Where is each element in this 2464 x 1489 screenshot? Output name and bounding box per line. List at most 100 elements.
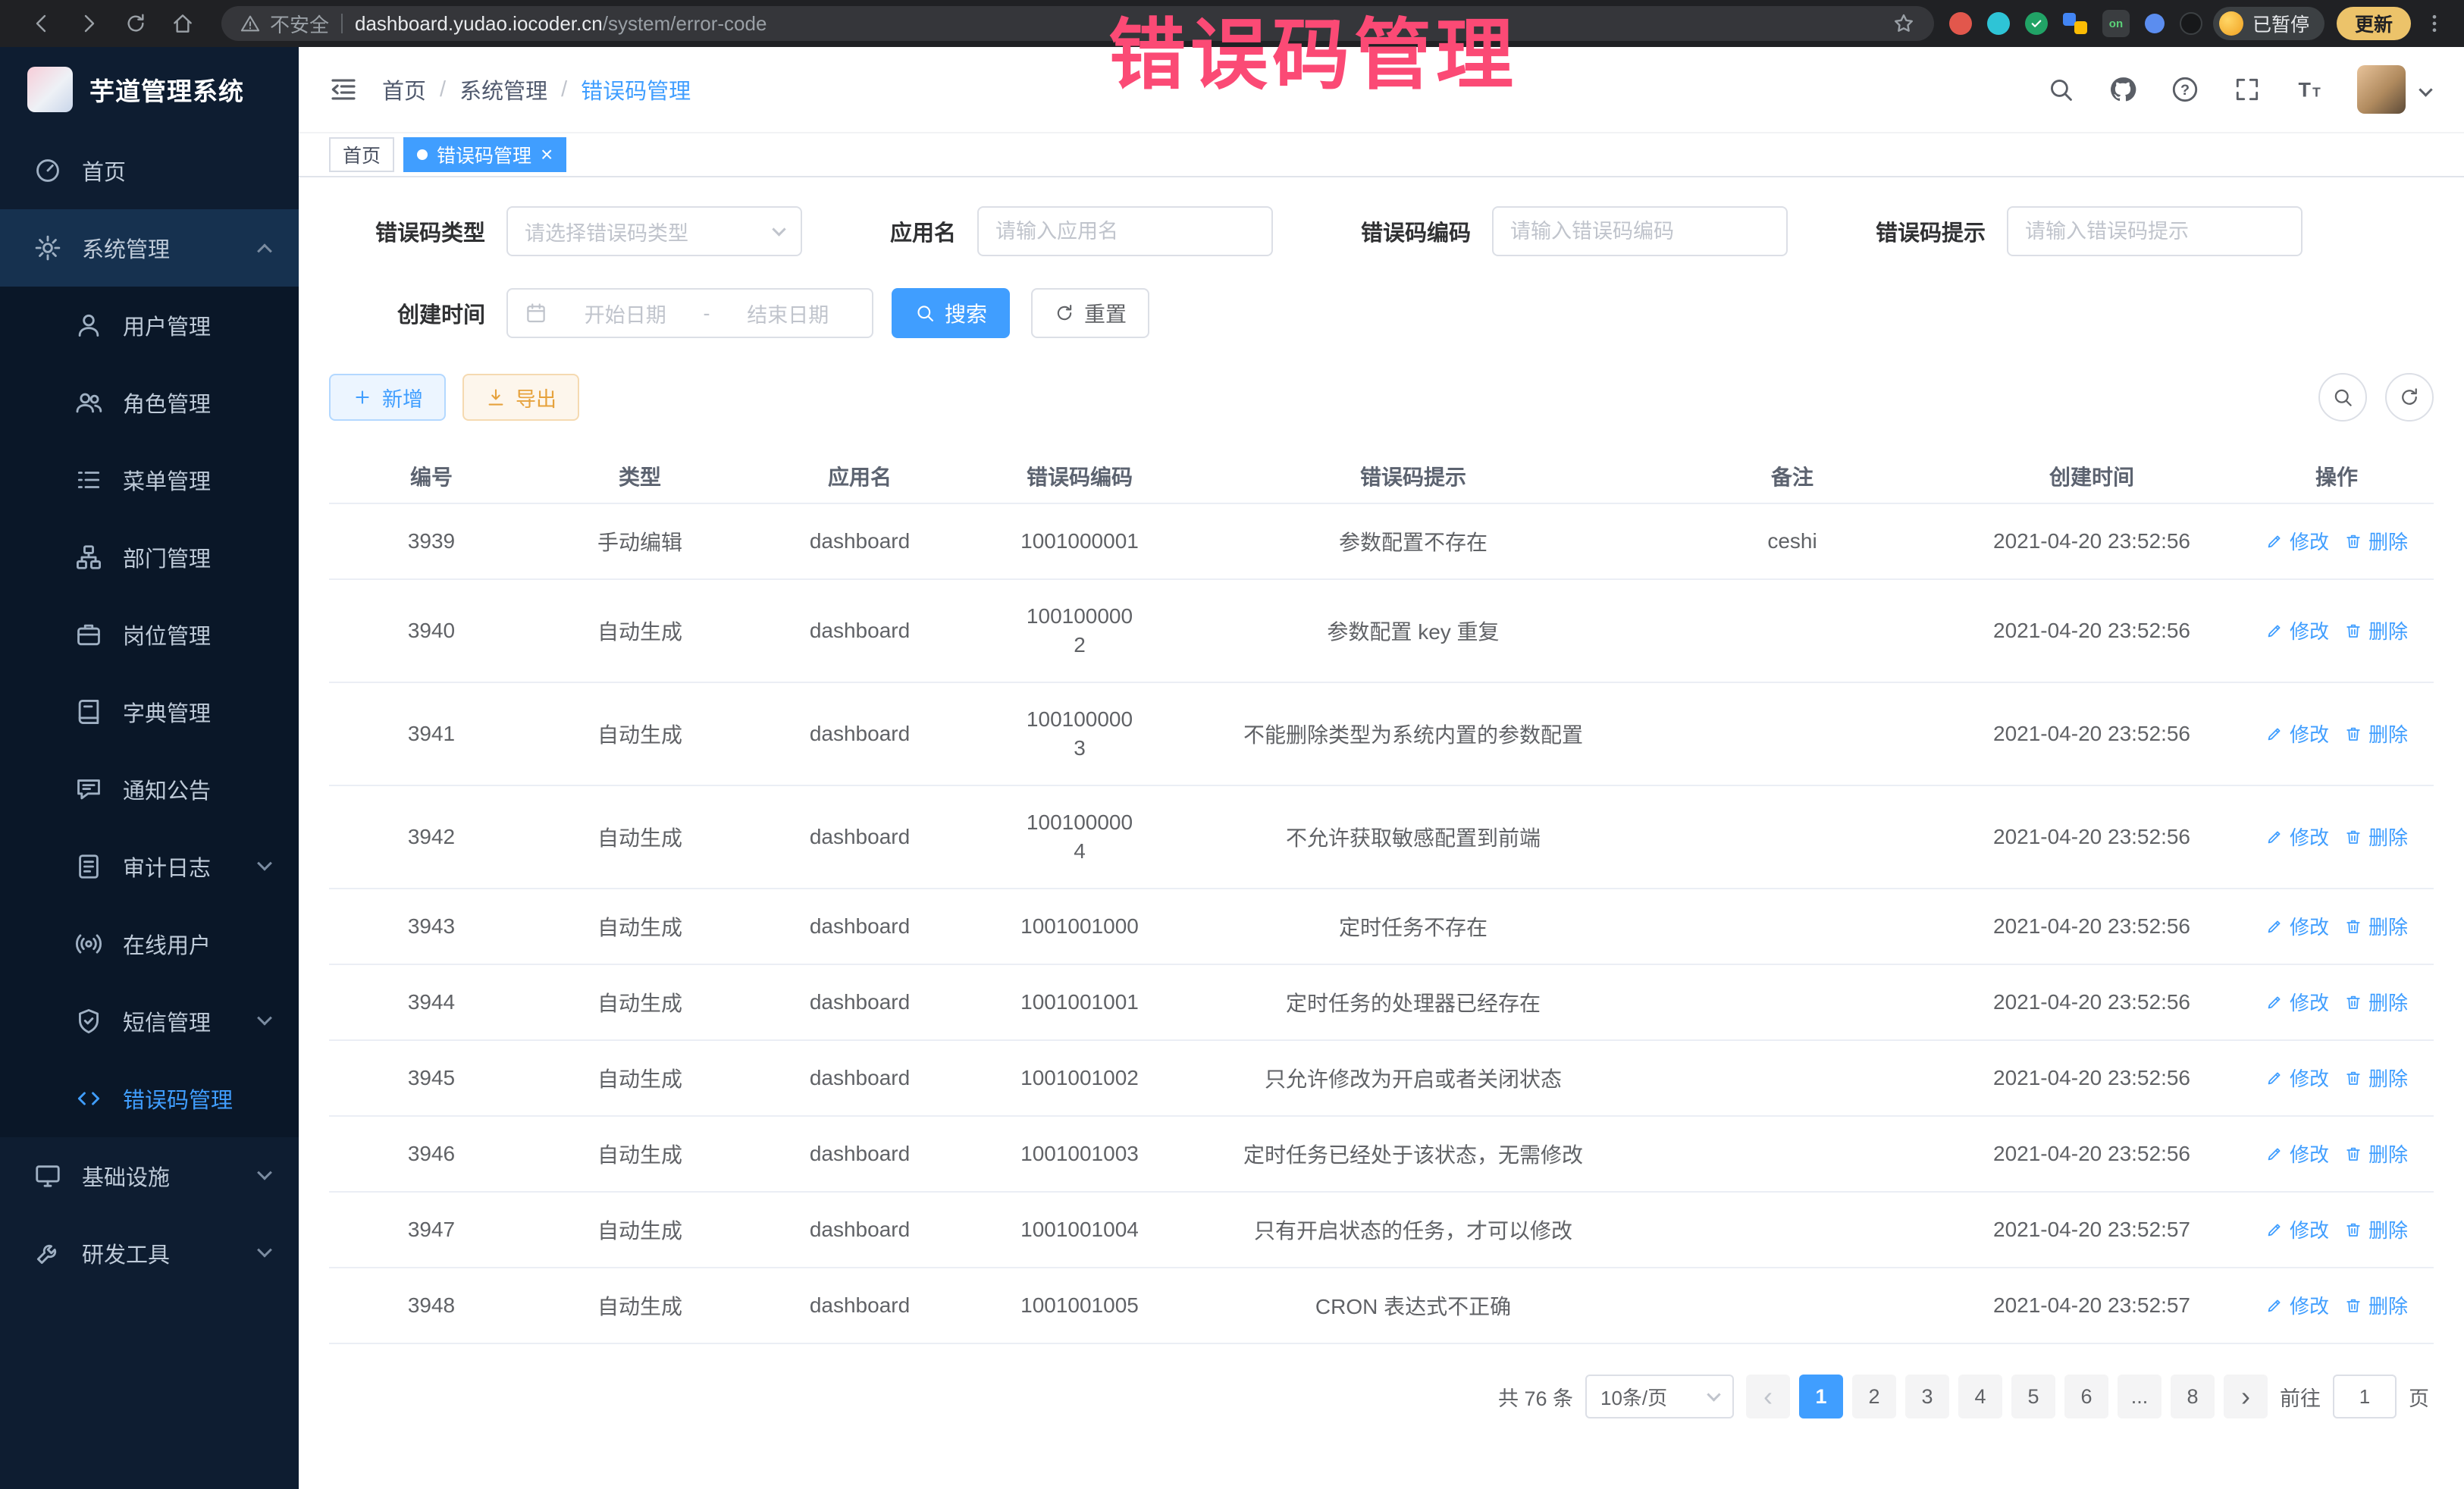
refresh-table-button[interactable]	[2385, 373, 2434, 422]
delete-link[interactable]: 删除	[2344, 912, 2408, 940]
reset-button[interactable]: 重置	[1031, 288, 1149, 338]
logo-image	[27, 67, 73, 112]
search-button[interactable]: 搜索	[892, 288, 1010, 338]
extension-icon[interactable]	[2180, 12, 2202, 35]
cell-id: 3942	[329, 785, 534, 889]
extension-icon[interactable]	[1949, 12, 1972, 35]
prev-page-button[interactable]: ‹	[1746, 1375, 1790, 1418]
sidebar-item-infrastructure[interactable]: 基础设施	[0, 1137, 299, 1215]
browser-home-button[interactable]	[159, 6, 206, 41]
extension-icon[interactable]	[2063, 11, 2087, 36]
font-size-icon[interactable]: TT	[2295, 75, 2324, 104]
sidebar-item-dev-tools[interactable]: 研发工具	[0, 1215, 299, 1292]
sidebar-item-notice[interactable]: 通知公告	[0, 751, 299, 828]
edit-link[interactable]: 修改	[2265, 719, 2329, 748]
close-icon[interactable]: ×	[541, 144, 553, 165]
sidebar-item-sms-management[interactable]: 短信管理	[0, 983, 299, 1060]
page-button-6[interactable]: 6	[2064, 1375, 2108, 1418]
error-type-select[interactable]: 请选择错误码类型	[506, 206, 802, 256]
sidebar-item-role-management[interactable]: 角色管理	[0, 364, 299, 441]
sidebar-item-dept-management[interactable]: 部门管理	[0, 519, 299, 596]
pager-ellipsis[interactable]: ...	[2118, 1375, 2161, 1418]
breadcrumb-item-current: 错误码管理	[581, 74, 691, 105]
sidebar-item-label: 系统管理	[82, 232, 259, 264]
sidebar-item-user-management[interactable]: 用户管理	[0, 287, 299, 364]
page-button-5[interactable]: 5	[2011, 1375, 2055, 1418]
delete-link[interactable]: 删除	[2344, 1064, 2408, 1092]
tab-home[interactable]: 首页	[329, 137, 394, 172]
user-avatar[interactable]	[2357, 65, 2406, 114]
edit-link[interactable]: 修改	[2265, 1215, 2329, 1243]
edit-link[interactable]: 修改	[2265, 527, 2329, 555]
browser-back-button[interactable]	[18, 6, 65, 41]
delete-link[interactable]: 删除	[2344, 823, 2408, 851]
sidebar-item-system-management[interactable]: 系统管理	[0, 209, 299, 287]
delete-link[interactable]: 删除	[2344, 719, 2408, 748]
cell-actions: 修改删除	[2240, 1268, 2434, 1343]
sidebar-item-home[interactable]: 首页	[0, 132, 299, 209]
address-bar[interactable]: 不安全 dashboard.yudao.iocoder.cn/system/er…	[221, 6, 1934, 41]
edit-link[interactable]: 修改	[2265, 988, 2329, 1016]
browser-menu-icon[interactable]	[2423, 11, 2446, 36]
breadcrumb-item[interactable]: 系统管理	[459, 74, 547, 105]
app-name-input[interactable]	[977, 206, 1273, 256]
sidebar-item-menu-management[interactable]: 菜单管理	[0, 441, 299, 519]
error-message-input[interactable]	[2007, 206, 2303, 256]
browser-forward-button[interactable]	[65, 6, 112, 41]
github-icon[interactable]	[2108, 75, 2137, 104]
cell-remark: ceshi	[1641, 503, 1944, 579]
page-button-8[interactable]: 8	[2171, 1375, 2215, 1418]
export-button[interactable]: 导出	[462, 374, 579, 421]
extension-icon[interactable]: on	[2102, 10, 2130, 37]
date-range-picker[interactable]: 开始日期 - 结束日期	[506, 288, 873, 338]
delete-link[interactable]: 删除	[2344, 616, 2408, 644]
filter-label-app: 应用名	[890, 215, 956, 247]
page-button-4[interactable]: 4	[1958, 1375, 2002, 1418]
error-code-input[interactable]	[1492, 206, 1788, 256]
search-icon[interactable]	[2046, 75, 2075, 104]
sidebar-item-error-code-management[interactable]: 错误码管理	[0, 1060, 299, 1137]
extension-icon[interactable]	[2025, 12, 2048, 35]
breadcrumb-item[interactable]: 首页	[382, 74, 426, 105]
goto-page-input[interactable]	[2333, 1375, 2397, 1418]
security-indicator[interactable]: 不安全	[240, 10, 329, 38]
forward-icon	[77, 11, 101, 36]
page-button-1[interactable]: 1	[1799, 1375, 1843, 1418]
edit-link[interactable]: 修改	[2265, 1291, 2329, 1319]
sidebar-item-online-users[interactable]: 在线用户	[0, 905, 299, 983]
extension-icon[interactable]	[2145, 14, 2165, 33]
page-size-select[interactable]: 10条/页	[1585, 1375, 1734, 1418]
browser-reload-button[interactable]	[112, 6, 159, 41]
delete-link[interactable]: 删除	[2344, 1139, 2408, 1168]
page-button-2[interactable]: 2	[1852, 1375, 1896, 1418]
sidebar-item-audit-log[interactable]: 审计日志	[0, 828, 299, 905]
edit-link[interactable]: 修改	[2265, 1139, 2329, 1168]
edit-link[interactable]: 修改	[2265, 1064, 2329, 1092]
profile-paused-badge[interactable]: 已暂停	[2213, 7, 2324, 40]
sidebar-item-dict-management[interactable]: 字典管理	[0, 673, 299, 751]
add-button[interactable]: 新增	[329, 374, 446, 421]
gear-icon	[33, 234, 62, 262]
delete-link[interactable]: 删除	[2344, 988, 2408, 1016]
sidebar-fold-icon[interactable]	[328, 74, 359, 105]
bookmark-star-icon[interactable]	[1892, 11, 1916, 36]
delete-link[interactable]: 删除	[2344, 1291, 2408, 1319]
extension-icon[interactable]	[1987, 12, 2010, 35]
chevron-down-icon[interactable]	[2419, 83, 2432, 96]
delete-link[interactable]: 删除	[2344, 527, 2408, 555]
tab-error-code[interactable]: 错误码管理 ×	[403, 137, 566, 172]
edit-link[interactable]: 修改	[2265, 616, 2329, 644]
sidebar-item-post-management[interactable]: 岗位管理	[0, 596, 299, 673]
browser-update-button[interactable]: 更新	[2337, 7, 2411, 40]
next-page-button[interactable]: ›	[2224, 1375, 2268, 1418]
fullscreen-icon[interactable]	[2233, 75, 2262, 104]
edit-link[interactable]: 修改	[2265, 823, 2329, 851]
sidebar-item-label: 短信管理	[123, 1005, 259, 1037]
page-button-3[interactable]: 3	[1905, 1375, 1949, 1418]
delete-link[interactable]: 删除	[2344, 1215, 2408, 1243]
cell-created: 2021-04-20 23:52:56	[1944, 785, 2240, 889]
help-icon[interactable]: ?	[2171, 75, 2199, 104]
toggle-search-button[interactable]	[2318, 373, 2367, 422]
book-icon	[74, 697, 103, 726]
edit-link[interactable]: 修改	[2265, 912, 2329, 940]
